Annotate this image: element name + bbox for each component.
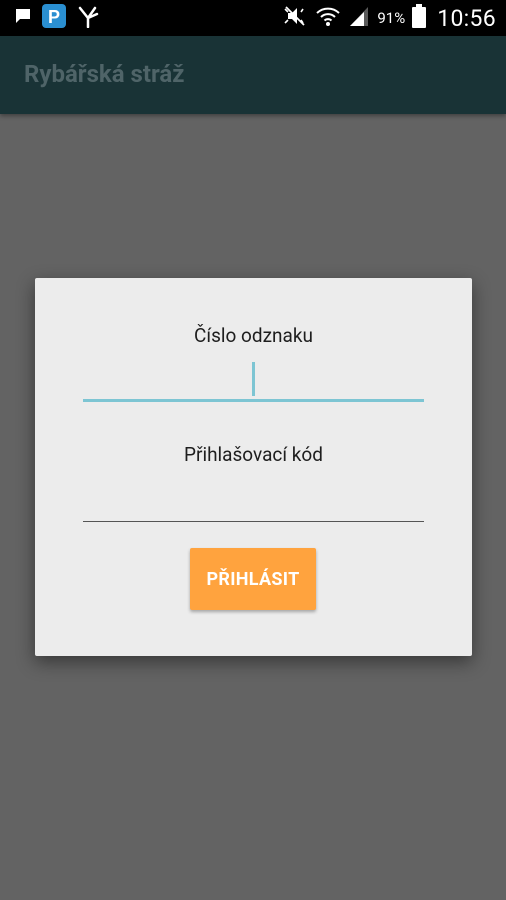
login-dialog: Číslo odznaku Přihlašovací kód PŘIHLÁSIT (35, 278, 472, 656)
login-button[interactable]: PŘIHLÁSIT (190, 548, 316, 610)
app-bar: Rybářská stráž (0, 36, 506, 114)
screen: P 91% 10:56 Rybářská stráž Číslo odznaku… (0, 0, 506, 900)
mute-icon (282, 5, 308, 31)
badge-number-underline (83, 399, 424, 402)
sparkle-app-icon (76, 4, 100, 32)
battery-percent: 91% (377, 9, 406, 27)
battery-icon (412, 4, 427, 32)
parking-app-icon: P (42, 4, 66, 32)
login-code-field-wrap (83, 482, 424, 522)
login-code-input[interactable] (83, 482, 424, 522)
svg-text:P: P (48, 7, 60, 27)
app-title: Rybářská stráž (24, 60, 185, 88)
notification-icons: P (14, 4, 100, 32)
system-icons: 91% 10:56 (282, 0, 496, 36)
signal-icon (348, 5, 370, 31)
badge-number-field-wrap (83, 362, 424, 402)
wifi-icon (315, 4, 341, 32)
status-time: 10:56 (437, 4, 496, 32)
badge-number-label: Číslo odznaku (194, 324, 313, 347)
login-code-label: Přihlašovací kód (184, 443, 323, 466)
login-code-underline (83, 521, 424, 522)
text-cursor (252, 362, 255, 396)
status-bar: P 91% 10:56 (0, 0, 506, 36)
message-icon (14, 7, 32, 29)
